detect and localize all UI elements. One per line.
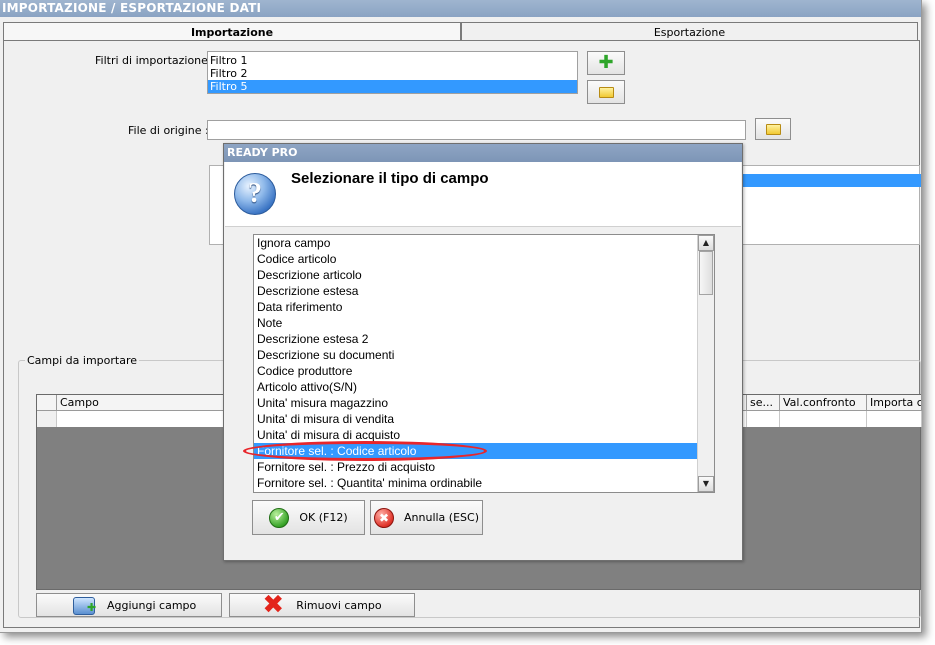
import-export-window: IMPORTAZIONE / ESPORTAZIONE DATI Importa… [0, 0, 922, 633]
scroll-up-arrow-icon[interactable]: ▲ [698, 235, 714, 251]
cancel-x-icon: ✖ [374, 507, 394, 528]
grid-cell[interactable] [747, 411, 780, 427]
grid-cell[interactable] [780, 411, 867, 427]
filter-item[interactable]: Filtro 2 [208, 67, 577, 80]
field-type-item[interactable]: Articolo attivo(S/N) [254, 379, 714, 395]
field-type-item[interactable]: Codice articolo [254, 251, 714, 267]
field-type-item[interactable]: Fornitore sel. : Quantita' minima ordina… [254, 475, 714, 491]
field-type-item[interactable]: Unita' di misura di vendita [254, 411, 714, 427]
field-type-item[interactable]: Data riferimento [254, 299, 714, 315]
filters-listbox[interactable]: Filtro 1 Filtro 2 Filtro 5 [207, 51, 578, 94]
field-type-item[interactable]: Unita' misura magazzino [254, 395, 714, 411]
fields-groupbox-title: Campi da importare [25, 354, 139, 367]
tab-importazione[interactable]: Importazione [3, 22, 461, 41]
field-type-item[interactable]: Descrizione estesa [254, 283, 714, 299]
window-title: IMPORTAZIONE / ESPORTAZIONE DATI [0, 0, 921, 17]
grid-cell[interactable] [867, 411, 922, 427]
grid-row-indicator [37, 411, 57, 427]
grid-header-indicator [37, 395, 57, 411]
open-filter-button[interactable] [587, 80, 625, 104]
grid-header-valconfronto[interactable]: Val.confronto [780, 395, 867, 411]
browse-file-button[interactable] [755, 118, 791, 140]
question-icon: ? [234, 173, 276, 215]
filter-item-selected[interactable]: Filtro 5 [208, 80, 577, 93]
field-type-item[interactable]: Note [254, 315, 714, 331]
source-file-label: File di origine : [128, 124, 209, 137]
add-field-label: Aggiungi campo [107, 598, 197, 612]
ok-button-label: OK (F12) [299, 511, 348, 524]
add-field-button[interactable]: ✚ Aggiungi campo [36, 593, 222, 617]
folder-icon [765, 123, 781, 135]
add-field-plus-icon: ✚ [87, 601, 97, 614]
add-filter-button[interactable]: ✚ [587, 51, 625, 75]
field-type-item[interactable]: Fornitore sel. : Prezzo di acquisto [254, 459, 714, 475]
ok-button[interactable]: ✔ OK (F12) [252, 500, 365, 535]
scroll-down-arrow-icon[interactable]: ▼ [698, 476, 714, 492]
source-file-input[interactable] [207, 120, 746, 140]
folder-icon [598, 86, 614, 98]
dialog-heading: Selezionare il tipo di campo [291, 170, 489, 187]
check-icon: ✔ [269, 507, 290, 528]
preview-selected-row [740, 174, 921, 187]
remove-field-label: Rimuovi campo [296, 598, 382, 612]
field-type-item[interactable]: Descrizione articolo [254, 267, 714, 283]
field-type-item[interactable]: Descrizione estesa 2 [254, 331, 714, 347]
field-type-item[interactable]: Descrizione su documenti [254, 347, 714, 363]
dialog-header: ? Selezionare il tipo di campo [225, 162, 741, 227]
highlight-ellipse [243, 441, 487, 461]
remove-field-button[interactable]: ✖ Rimuovi campo [229, 590, 415, 620]
field-type-dialog: READY PRO ? Selezionare il tipo di campo… [223, 143, 743, 561]
grid-header-se[interactable]: se... [747, 395, 780, 411]
listbox-scrollbar[interactable]: ▲ ▼ [697, 235, 714, 492]
dialog-title: READY PRO [224, 144, 742, 162]
cancel-button[interactable]: ✖ Annulla (ESC) [370, 500, 483, 535]
filters-label: Filtri di importazione : [95, 54, 216, 67]
field-type-item[interactable]: Codice produttore [254, 363, 714, 379]
tab-esportazione[interactable]: Esportazione [461, 22, 918, 41]
cancel-button-label: Annulla (ESC) [404, 511, 479, 524]
plus-icon: ✚ [598, 52, 614, 73]
remove-x-icon: ✖ [262, 590, 285, 620]
grid-header-importa[interactable]: Importa ca [867, 395, 922, 411]
field-type-item[interactable]: Ignora campo [254, 235, 714, 251]
scroll-thumb[interactable] [699, 251, 713, 295]
filter-item[interactable]: Filtro 1 [208, 54, 577, 67]
